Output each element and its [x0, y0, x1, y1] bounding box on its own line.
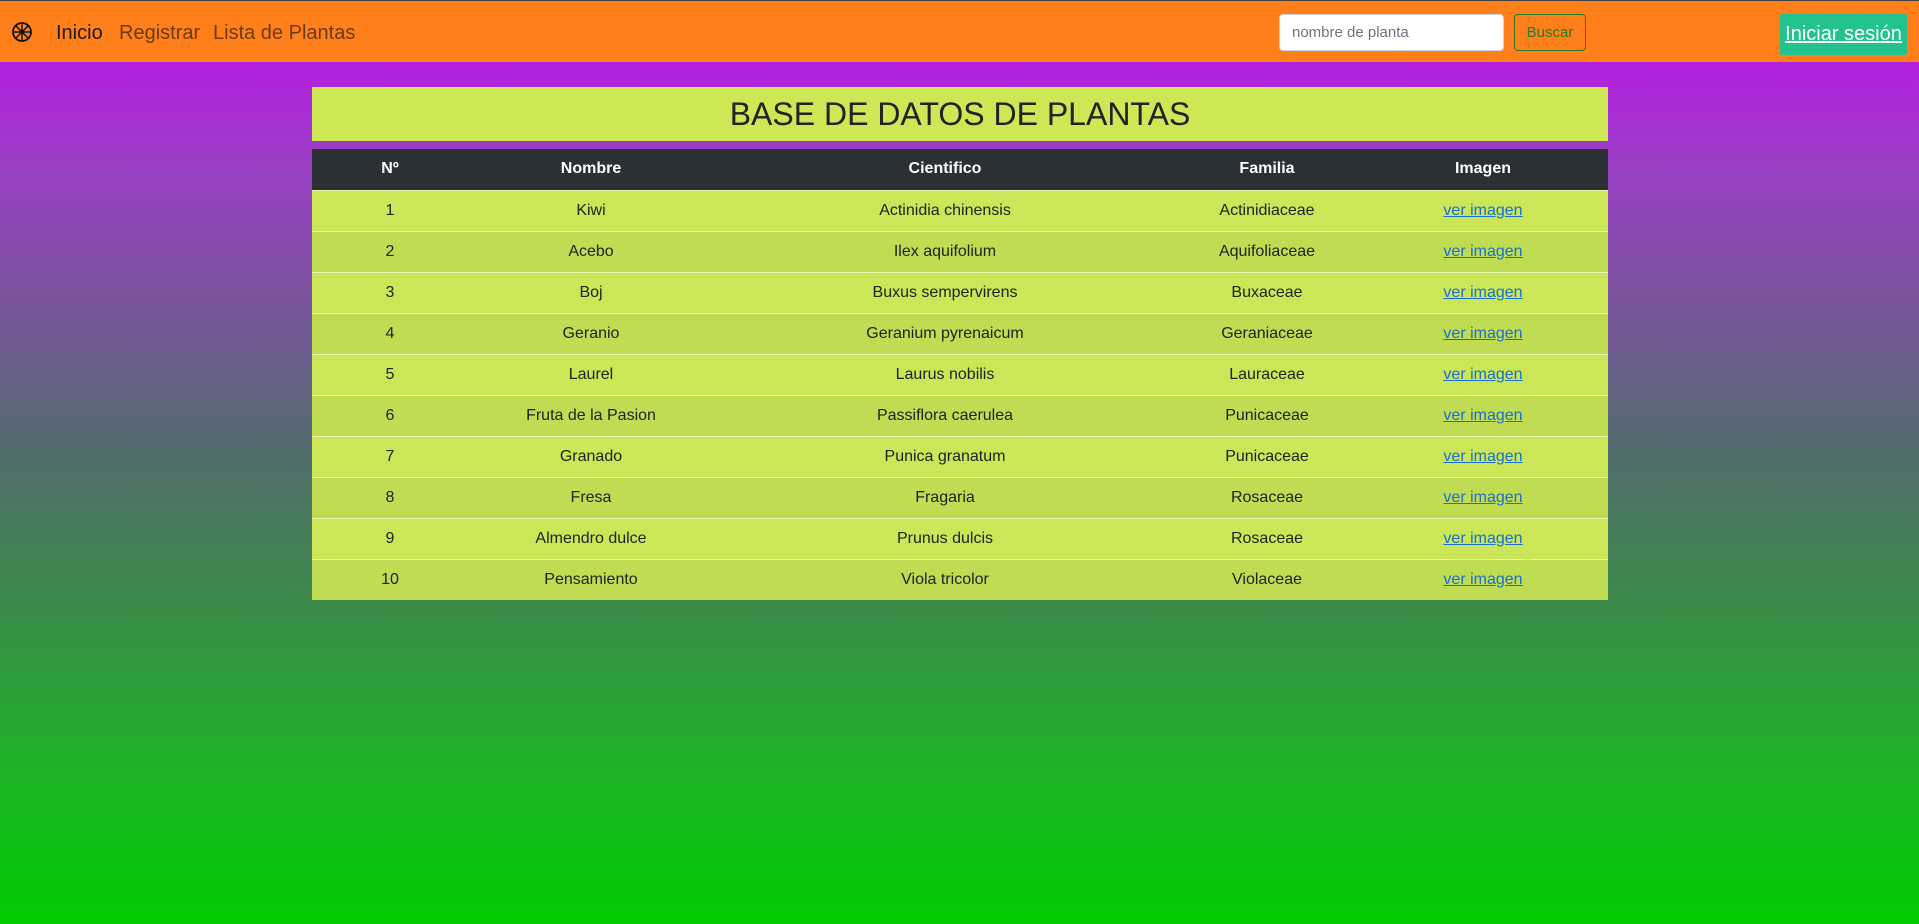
ver-imagen-link[interactable]: ver imagen	[1443, 284, 1522, 301]
cell-cientifico: Fragaria	[714, 476, 1176, 518]
cell-number: 4	[312, 312, 468, 354]
cell-nombre: Laurel	[468, 353, 714, 395]
cell-familia: Actinidiaceae	[1176, 189, 1358, 231]
cell-cientifico: Actinidia chinensis	[714, 189, 1176, 231]
ver-imagen-link[interactable]: ver imagen	[1443, 243, 1522, 260]
cell-imagen: ver imagen	[1358, 353, 1608, 395]
ver-imagen-link[interactable]: ver imagen	[1443, 571, 1522, 588]
cell-familia: Violaceae	[1176, 558, 1358, 600]
cell-nombre: Kiwi	[468, 189, 714, 231]
cell-number: 8	[312, 476, 468, 518]
cell-familia: Buxaceae	[1176, 271, 1358, 313]
cell-number: 1	[312, 189, 468, 231]
ver-imagen-link[interactable]: ver imagen	[1443, 366, 1522, 383]
cell-familia: Rosaceae	[1176, 476, 1358, 518]
cell-number: 5	[312, 353, 468, 395]
cell-imagen: ver imagen	[1358, 558, 1608, 600]
table-row: 10 Pensamiento Viola tricolor Violaceae ver …	[312, 558, 1608, 600]
cell-number: 9	[312, 517, 468, 559]
page-title: BASE DE DATOS DE PLANTAS	[312, 87, 1608, 141]
cell-familia: Lauraceae	[1176, 353, 1358, 395]
cell-imagen: ver imagen	[1358, 394, 1608, 436]
cell-cientifico: Prunus dulcis	[714, 517, 1176, 559]
cell-nombre: Pensamiento	[468, 558, 714, 600]
cell-number: 2	[312, 230, 468, 272]
header-familia: Familia	[1239, 160, 1295, 178]
header-nombre: Nombre	[560, 160, 622, 178]
cell-imagen: ver imagen	[1358, 271, 1608, 313]
search-input[interactable]	[1279, 14, 1504, 51]
cell-imagen: ver imagen	[1358, 476, 1608, 518]
cell-number: 7	[312, 435, 468, 477]
cell-imagen: ver imagen	[1358, 312, 1608, 354]
table-row: 1 Kiwi Actinidia chinensis Actinidiaceae ver…	[312, 189, 1608, 231]
login-button[interactable]: Iniciar sesión	[1780, 14, 1907, 55]
ver-imagen-link[interactable]: ver imagen	[1443, 530, 1522, 547]
ver-imagen-link[interactable]: ver imagen	[1443, 448, 1522, 465]
table-row: 9 Almendro dulce Prunus dulcis Rosaceae ver …	[312, 517, 1608, 559]
nav-registrar[interactable]: Registrar	[119, 21, 200, 45]
cell-imagen: ver imagen	[1358, 435, 1608, 477]
table-row: 3 Boj Buxus sempervirens Buxaceae ver imagen	[312, 271, 1608, 313]
cell-nombre: Granado	[468, 435, 714, 477]
cell-nombre: Acebo	[468, 230, 714, 272]
cell-cientifico: Buxus sempervirens	[714, 271, 1176, 313]
cell-nombre: Boj	[468, 271, 714, 313]
nav-inicio[interactable]: Inicio	[56, 21, 103, 45]
nav-lista-plantas[interactable]: Lista de Plantas	[213, 21, 355, 45]
cell-nombre: Fresa	[468, 476, 714, 518]
table-row: 4 Geranio Geranium pyrenaicum Geraniaceae ve…	[312, 312, 1608, 354]
ver-imagen-link[interactable]: ver imagen	[1443, 325, 1522, 342]
cell-cientifico: Punica granatum	[714, 435, 1176, 477]
header-cientifico: Cientifico	[908, 160, 982, 178]
navbar: Inicio Registrar Lista de Plantas Buscar…	[0, 0, 1919, 62]
cell-cientifico: Viola tricolor	[714, 558, 1176, 600]
header-imagen: Imagen	[1454, 160, 1511, 178]
header-number: Nº	[381, 160, 399, 178]
cell-cientifico: Geranium pyrenaicum	[714, 312, 1176, 354]
cell-number: 6	[312, 394, 468, 436]
cell-imagen: ver imagen	[1358, 230, 1608, 272]
cell-nombre: Geranio	[468, 312, 714, 354]
wheel-icon[interactable]	[11, 21, 33, 43]
cell-imagen: ver imagen	[1358, 517, 1608, 559]
cell-imagen: ver imagen	[1358, 189, 1608, 231]
ver-imagen-link[interactable]: ver imagen	[1443, 407, 1522, 424]
cell-nombre: Fruta de la Pasion	[468, 394, 714, 436]
cell-number: 10	[312, 558, 468, 600]
cell-nombre: Almendro dulce	[468, 517, 714, 559]
table-body: 1 Kiwi Actinidia chinensis Actinidiaceae ver…	[312, 189, 1608, 600]
table-row: 7 Granado Punica granatum Punicaceae ver ima…	[312, 435, 1608, 477]
cell-number: 3	[312, 271, 468, 313]
table-row: 2 Acebo Ilex aquifolium Aquifoliaceae ver im…	[312, 230, 1608, 272]
cell-familia: Geraniaceae	[1176, 312, 1358, 354]
table-row: 5 Laurel Laurus nobilis Lauraceae ver imagen	[312, 353, 1608, 395]
cell-familia: Punicaceae	[1176, 394, 1358, 436]
search-button[interactable]: Buscar	[1514, 14, 1586, 51]
cell-familia: Punicaceae	[1176, 435, 1358, 477]
table-row: 8 Fresa Fragaria Rosaceae ver imagen	[312, 476, 1608, 518]
table-header-row: Nº Nombre Cientifico Familia Imagen	[312, 149, 1608, 190]
plants-table: Nº Nombre Cientifico Familia Imagen 1 Kiwi Act…	[312, 149, 1608, 600]
cell-cientifico: Ilex aquifolium	[714, 230, 1176, 272]
ver-imagen-link[interactable]: ver imagen	[1443, 202, 1522, 219]
ver-imagen-link[interactable]: ver imagen	[1443, 489, 1522, 506]
cell-familia: Rosaceae	[1176, 517, 1358, 559]
cell-familia: Aquifoliaceae	[1176, 230, 1358, 272]
cell-cientifico: Passiflora caerulea	[714, 394, 1176, 436]
cell-cientifico: Laurus nobilis	[714, 353, 1176, 395]
table-row: 6 Fruta de la Pasion Passiflora caerulea Pu…	[312, 394, 1608, 436]
